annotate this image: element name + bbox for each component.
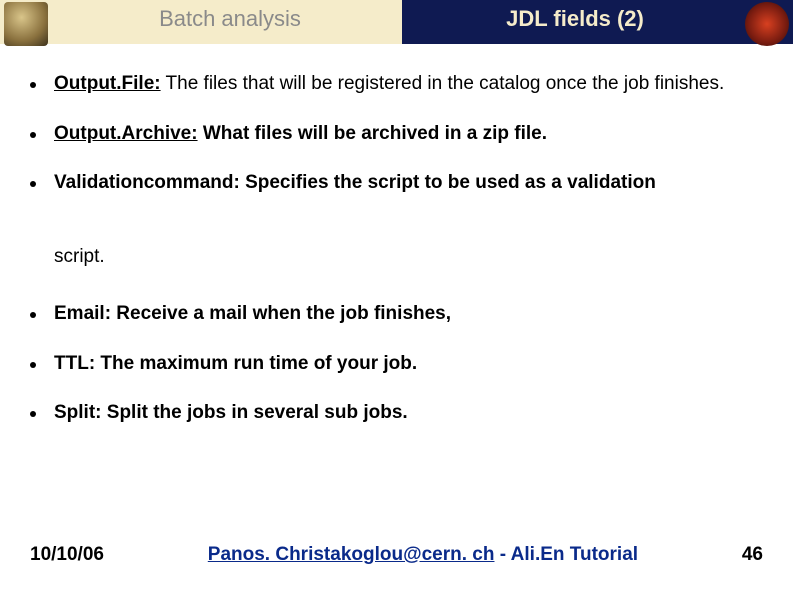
- bullet-text: Split: Split the jobs in several sub job…: [54, 399, 408, 427]
- footer-center: Panos. Christakoglou@cern. ch - Ali.En T…: [104, 544, 742, 566]
- bullet-rest: Receive a mail when the job finishes,: [111, 303, 451, 324]
- footer-page-number: 46: [742, 544, 763, 566]
- bullet-text: TTL: The maximum run time of your job.: [54, 350, 417, 378]
- bullet-dot-icon: [30, 82, 36, 88]
- bullet-rest: Split the jobs in several sub jobs.: [102, 402, 408, 423]
- footer-tutorial: Ali.En Tutorial: [511, 544, 638, 565]
- bullet-row: Output.File: The files that will be regi…: [30, 70, 763, 98]
- footer-separator: -: [494, 544, 510, 565]
- bullet-dot-icon: [30, 411, 36, 417]
- bullet-dot-icon: [30, 181, 36, 187]
- footer-email: Panos. Christakoglou@cern. ch: [208, 544, 495, 565]
- header-right-title: JDL fields (2): [410, 6, 740, 32]
- bullet-dot-icon: [30, 362, 36, 368]
- bullet-key: Email:: [54, 303, 111, 324]
- bullet-row: Email: Receive a mail when the job finis…: [30, 300, 763, 328]
- bullet-dot-icon: [30, 312, 36, 318]
- bullet-continuation: script.: [54, 243, 763, 271]
- bullet-text: Output.File: The files that will be regi…: [54, 70, 724, 98]
- bullet-row: TTL: The maximum run time of your job.: [30, 350, 763, 378]
- bullet-text: Validationcommand: Specifies the script …: [54, 169, 656, 197]
- bullet-key: Validationcommand:: [54, 172, 240, 193]
- bullet-text: Output.Archive: What files will be archi…: [54, 120, 547, 148]
- slide: Batch analysis JDL fields (2) Output.Fil…: [0, 0, 793, 596]
- bullet-dot-icon: [30, 132, 36, 138]
- bullet-key: Output.Archive:: [54, 123, 198, 144]
- bullet-rest: Specifies the script to be used as a val…: [240, 172, 656, 193]
- bullet-rest: What files will be archived in a zip fil…: [198, 123, 547, 144]
- header-left-title: Batch analysis: [60, 6, 400, 32]
- bullet-key: Split:: [54, 402, 102, 423]
- alice-octagon-icon: [745, 2, 789, 46]
- bullet-row: Validationcommand: Specifies the script …: [30, 169, 763, 197]
- bullet-rest: The maximum run time of your job.: [95, 353, 417, 374]
- footer: 10/10/06 Panos. Christakoglou@cern. ch -…: [30, 544, 763, 566]
- bullet-text: Email: Receive a mail when the job finis…: [54, 300, 451, 328]
- bullet-row: Output.Archive: What files will be archi…: [30, 120, 763, 148]
- bullet-row: Split: Split the jobs in several sub job…: [30, 399, 763, 427]
- sphinx-statue-icon: [4, 2, 48, 46]
- bullet-rest: The files that will be registered in the…: [161, 73, 725, 94]
- slide-body: Output.File: The files that will be regi…: [30, 70, 763, 449]
- bullet-key: TTL:: [54, 353, 95, 374]
- footer-date: 10/10/06: [30, 544, 104, 566]
- header-bar: Batch analysis JDL fields (2): [0, 0, 793, 52]
- bullet-key: Output.File:: [54, 73, 161, 94]
